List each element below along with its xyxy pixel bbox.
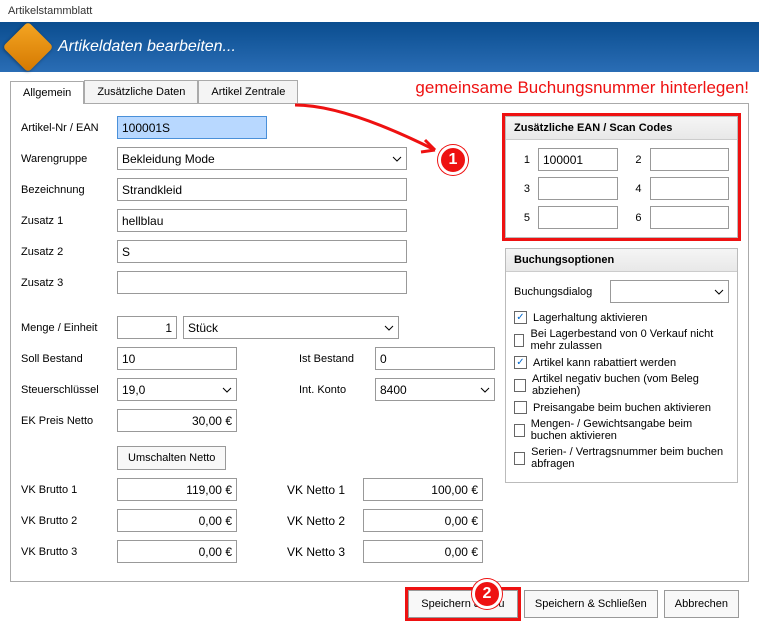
label-konto: Int. Konto (299, 384, 369, 396)
chk-rabattiert-label: Artikel kann rabattiert werden (533, 357, 676, 369)
umschalten-button[interactable]: Umschalten Netto (117, 446, 226, 470)
menge-input (117, 316, 177, 339)
ean-2-input[interactable] (650, 148, 730, 171)
save-close-button[interactable]: Speichern & Schließen (524, 590, 658, 618)
label-soll: Soll Bestand (21, 353, 111, 365)
steuer-select[interactable]: 19,0 (117, 378, 237, 401)
tab-artikel-zentrale[interactable]: Artikel Zentrale (198, 80, 298, 103)
label-vkb1: VK Brutto 1 (21, 484, 111, 496)
label-bezeichnung: Bezeichnung (21, 184, 111, 196)
label-vkn2: VK Netto 2 (287, 514, 357, 528)
ean-group: Zusätzliche EAN / Scan Codes 1 2 3 4 5 6 (505, 116, 738, 238)
soll-bestand-input[interactable] (117, 347, 237, 370)
annotation-text: gemeinsame Buchungsnummer hinterlegen! (415, 78, 749, 98)
window-title: Artikelstammblatt (0, 0, 759, 22)
header-band: Artikeldaten bearbeiten... (0, 22, 759, 72)
ean-num-1: 1 (514, 154, 530, 166)
label-steuer: Steuerschlüssel (21, 384, 111, 396)
buchungsdialog-select[interactable] (610, 280, 729, 303)
chk-lagerhaltung-label: Lagerhaltung aktivieren (533, 312, 647, 324)
app-logo-icon (3, 22, 54, 73)
footer-buttons: Speichern & Neu Speichern & Schließen Ab… (10, 582, 749, 618)
label-zusatz3: Zusatz 3 (21, 277, 111, 289)
ean-num-3: 3 (514, 183, 530, 195)
vk-brutto-3-input[interactable] (117, 540, 237, 563)
artikelnr-input[interactable] (117, 116, 267, 139)
label-ek: EK Preis Netto (21, 415, 111, 427)
ist-bestand-input (375, 347, 495, 370)
einheit-select[interactable]: Stück (183, 316, 399, 339)
ean-num-5: 5 (514, 212, 530, 224)
callout-1-icon: 1 (438, 145, 468, 175)
label-vkn1: VK Netto 1 (287, 483, 357, 497)
zusatz2-input[interactable] (117, 240, 407, 263)
chk-serien[interactable] (514, 452, 525, 465)
chk-mengen-label: Mengen- / Gewichtsangabe beim buchen akt… (531, 418, 729, 442)
ean-num-2: 2 (626, 154, 642, 166)
ean-group-title: Zusätzliche EAN / Scan Codes (506, 117, 737, 140)
ean-num-6: 6 (626, 212, 642, 224)
vk-brutto-1-input[interactable] (117, 478, 237, 501)
ek-preis-input[interactable] (117, 409, 237, 432)
warengruppe-select[interactable]: Bekleidung Mode (117, 147, 407, 170)
callout-2-icon: 2 (472, 579, 502, 609)
chk-rabattiert[interactable]: ✓ (514, 356, 527, 369)
options-group: Buchungsoptionen Buchungsdialog ✓ Lagerha… (505, 248, 738, 483)
chk-negativ-label: Artikel negativ buchen (vom Beleg abzieh… (532, 373, 729, 397)
ean-num-4: 4 (626, 183, 642, 195)
tab-zusaetzliche-daten[interactable]: Zusätzliche Daten (84, 80, 198, 103)
ean-5-input[interactable] (538, 206, 618, 229)
chk-preisangabe[interactable] (514, 401, 527, 414)
ean-4-input[interactable] (650, 177, 730, 200)
label-vkb3: VK Brutto 3 (21, 546, 111, 558)
ean-6-input[interactable] (650, 206, 730, 229)
vk-netto-3-input (363, 540, 483, 563)
ean-3-input[interactable] (538, 177, 618, 200)
label-buchungsdialog: Buchungsdialog (514, 286, 604, 298)
tab-bar: Allgemein Zusätzliche Daten Artikel Zent… (10, 80, 749, 104)
chk-serien-label: Serien- / Vertragsnummer beim buchen abf… (531, 446, 729, 470)
konto-select[interactable]: 8400 (375, 378, 495, 401)
label-vkb2: VK Brutto 2 (21, 515, 111, 527)
chk-preisangabe-label: Preisangabe beim buchen aktivieren (533, 402, 711, 414)
options-group-title: Buchungsoptionen (506, 249, 737, 272)
ean-1-input[interactable] (538, 148, 618, 171)
label-ist: Ist Bestand (299, 353, 369, 365)
zusatz1-input[interactable] (117, 209, 407, 232)
chk-lagerhaltung[interactable]: ✓ (514, 311, 527, 324)
chk-mengen[interactable] (514, 424, 525, 437)
vk-netto-1-input (363, 478, 483, 501)
tab-allgemein[interactable]: Allgemein (10, 81, 84, 104)
vk-netto-2-input (363, 509, 483, 532)
label-vkn3: VK Netto 3 (287, 545, 357, 559)
zusatz3-input[interactable] (117, 271, 407, 294)
right-column: Zusätzliche EAN / Scan Codes 1 2 3 4 5 6 (505, 116, 738, 569)
label-menge: Menge / Einheit (21, 322, 111, 334)
dialog-heading: Artikeldaten bearbeiten... (58, 38, 236, 56)
cancel-button[interactable]: Abbrechen (664, 590, 739, 618)
chk-lagerbestand-0-label: Bei Lagerbestand von 0 Verkauf nicht meh… (530, 328, 729, 352)
label-artikelnr: Artikel-Nr / EAN (21, 122, 111, 134)
vk-brutto-2-input[interactable] (117, 509, 237, 532)
label-zusatz1: Zusatz 1 (21, 215, 111, 227)
bezeichnung-input[interactable] (117, 178, 407, 201)
chk-negativ[interactable] (514, 379, 526, 392)
label-warengruppe: Warengruppe (21, 153, 111, 165)
label-zusatz2: Zusatz 2 (21, 246, 111, 258)
left-column: Artikel-Nr / EAN Warengruppe Bekleidung … (21, 116, 495, 569)
chk-lagerbestand-0[interactable] (514, 334, 524, 347)
